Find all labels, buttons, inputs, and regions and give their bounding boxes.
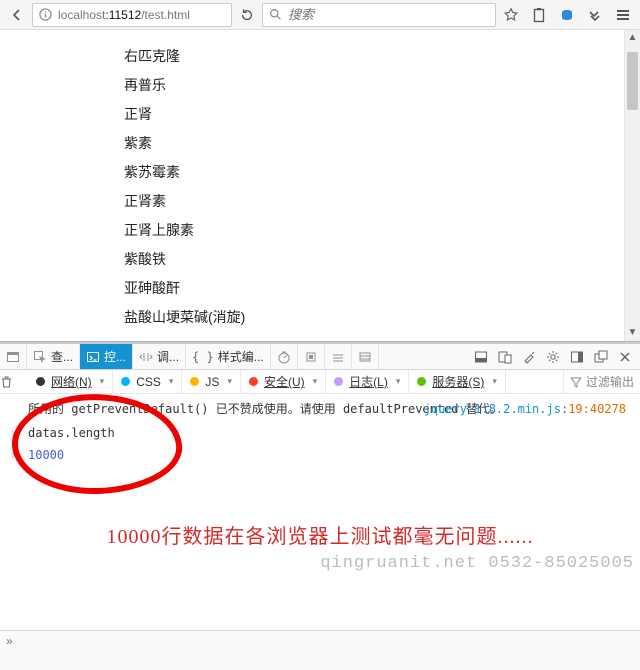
tab-style-editor[interactable]: { } 样式编...	[186, 344, 271, 369]
dot-icon	[249, 377, 258, 386]
filter-js[interactable]: JS ▾	[182, 370, 241, 393]
filter-output-box[interactable]: 过滤输出	[563, 370, 640, 393]
list-item[interactable]: 正肾素	[124, 187, 624, 216]
chevron-down-icon: ▾	[396, 376, 401, 387]
tab-memory[interactable]	[298, 344, 325, 369]
page-viewport: 右匹克隆 再普乐 正肾 紫素 紫苏霉素 正肾素 正肾上腺素 紫酸铁 亚砷酸酐 盐…	[0, 30, 640, 342]
tab-console[interactable]: 控...	[80, 344, 133, 369]
dot-icon	[121, 377, 130, 386]
chevron-down-icon: ▾	[100, 376, 105, 387]
scroll-down-arrow-icon[interactable]: ▼	[625, 325, 640, 341]
browser-toolbar: localhost:11512/test.html	[0, 0, 640, 30]
chevron-down-icon: ▾	[169, 376, 174, 387]
info-icon	[39, 8, 52, 21]
list-item[interactable]: 盐酸山埂菜碱(消旋)	[124, 303, 624, 332]
bookmark-star-icon[interactable]	[498, 2, 524, 28]
watermark-text: qingruanit.net 0532-85025005	[320, 554, 634, 573]
annotation-caption: 10000行数据在各浏览器上测试都毫无问题......	[0, 520, 640, 549]
hamburger-menu-icon[interactable]	[610, 2, 636, 28]
tab-performance[interactable]	[271, 344, 298, 369]
tab-label: 调...	[157, 348, 179, 365]
dot-icon	[334, 377, 343, 386]
settings-gear-icon[interactable]	[544, 348, 562, 366]
list-item[interactable]: 亚砷酸酐	[124, 274, 624, 303]
search-input[interactable]	[288, 7, 489, 22]
chevron-down-icon: ▾	[492, 376, 497, 387]
dock-side-icon[interactable]	[568, 348, 586, 366]
console-output-line: 10000	[28, 446, 630, 464]
scroll-thumb[interactable]	[627, 52, 638, 110]
dot-icon	[417, 377, 426, 386]
paintbrush-icon[interactable]	[520, 348, 538, 366]
filter-label: 服务器(S)	[432, 373, 484, 390]
tab-inspector[interactable]: 查...	[27, 344, 80, 369]
filter-label: CSS	[136, 375, 161, 389]
responsive-mode-icon[interactable]	[496, 348, 514, 366]
devtools-right-controls	[466, 348, 640, 366]
tab-label: 查...	[51, 348, 73, 365]
split-console-toggle-icon[interactable]	[472, 348, 490, 366]
console-source-ref[interactable]: jquery-1.8.2.min.js:19:40278	[424, 400, 626, 418]
search-icon	[269, 8, 282, 21]
search-box[interactable]	[262, 3, 496, 27]
filter-label: JS	[205, 375, 219, 389]
tab-debugger[interactable]: 调...	[133, 344, 186, 369]
list-item[interactable]: 正肾	[124, 100, 624, 129]
list-item[interactable]: 再普乐	[124, 71, 624, 100]
filter-server[interactable]: 服务器(S) ▾	[409, 370, 506, 393]
dot-icon	[36, 377, 45, 386]
address-bar[interactable]: localhost:11512/test.html	[32, 3, 232, 27]
chevron-down-icon: ▾	[227, 376, 232, 387]
filter-security[interactable]: 安全(U) ▾	[241, 370, 326, 393]
tab-storage[interactable]	[352, 344, 379, 369]
filter-placeholder: 过滤输出	[586, 373, 634, 390]
overflow-chevron-icon[interactable]	[582, 2, 608, 28]
reload-button[interactable]	[234, 2, 260, 28]
dot-icon	[190, 377, 199, 386]
braces-icon: { }	[192, 350, 214, 364]
devtools-tabs: 查... 控... 调... { } 样式编...	[0, 344, 640, 370]
console-input-line: datas.length	[28, 424, 630, 442]
list-item[interactable]: 正肾上腺素	[124, 216, 624, 245]
devtools-close-icon[interactable]	[616, 348, 634, 366]
list-item[interactable]: 紫苏霉素	[124, 158, 624, 187]
list-item[interactable]: 紫素	[124, 129, 624, 158]
console-filter-bar: 网络(N) ▾ CSS ▾ JS ▾ 安全(U) ▾ 日志(L) ▾ 服务器(S…	[0, 370, 640, 394]
drug-list: 右匹克隆 再普乐 正肾 紫素 紫苏霉素 正肾素 正肾上腺素 紫酸铁 亚砷酸酐 盐…	[124, 42, 624, 332]
tab-label: 控...	[104, 348, 126, 365]
funnel-icon	[570, 376, 582, 388]
console-text: datas.length	[28, 426, 115, 440]
filter-css[interactable]: CSS ▾	[113, 370, 182, 393]
tab-label: 样式编...	[218, 348, 264, 365]
filter-log[interactable]: 日志(L) ▾	[326, 370, 409, 393]
chevron-down-icon: ▾	[313, 376, 318, 387]
list-item[interactable]: 紫酸铁	[124, 245, 624, 274]
extension-databox-icon[interactable]	[554, 2, 580, 28]
filter-label: 日志(L)	[349, 373, 388, 390]
console-warning-line: 所用的 getPreventDefault() 已不赞成使用。请使用 defau…	[28, 400, 630, 418]
devtools-iframe-selector[interactable]	[0, 344, 27, 369]
filter-label: 网络(N)	[51, 373, 92, 390]
double-chevron-icon: »	[6, 634, 13, 648]
page-content: 右匹克隆 再普乐 正肾 紫素 紫苏霉素 正肾素 正肾上腺素 紫酸铁 亚砷酸酐 盐…	[0, 30, 624, 341]
filter-label: 安全(U)	[264, 373, 305, 390]
list-item[interactable]: 右匹克隆	[124, 42, 624, 71]
console-output[interactable]: 所用的 getPreventDefault() 已不赞成使用。请使用 defau…	[0, 394, 640, 630]
addon-bar[interactable]: »	[0, 630, 640, 650]
popout-window-icon[interactable]	[592, 348, 610, 366]
filter-network[interactable]: 网络(N) ▾	[28, 370, 113, 393]
devtools-panel: 查... 控... 调... { } 样式编...	[0, 342, 640, 630]
clipboard-icon[interactable]	[526, 2, 552, 28]
page-scrollbar[interactable]: ▲ ▼	[624, 30, 640, 341]
back-button[interactable]	[4, 2, 30, 28]
console-text: 10000	[28, 448, 64, 462]
scroll-up-arrow-icon[interactable]: ▲	[625, 30, 640, 46]
url-text: localhost:11512/test.html	[58, 8, 190, 22]
tab-network[interactable]	[325, 344, 352, 369]
clear-console-icon[interactable]	[0, 375, 28, 389]
